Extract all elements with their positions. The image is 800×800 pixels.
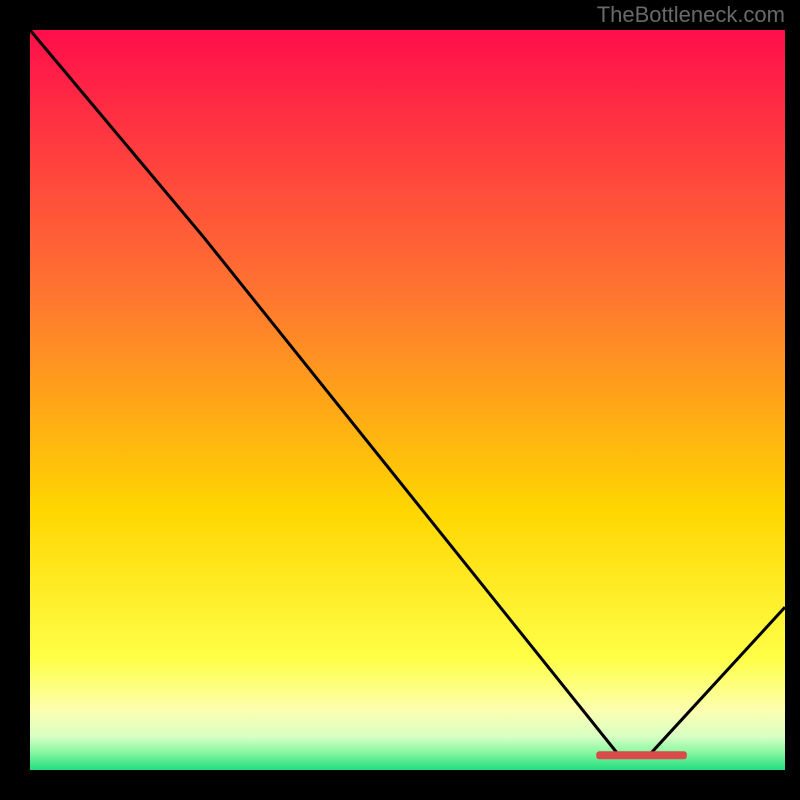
optimal-zone-marker xyxy=(596,751,687,759)
chart-svg xyxy=(30,30,785,770)
chart-background-gradient xyxy=(30,30,785,770)
attribution-text: TheBottleneck.com xyxy=(597,2,785,28)
chart-plot-area xyxy=(30,30,785,770)
